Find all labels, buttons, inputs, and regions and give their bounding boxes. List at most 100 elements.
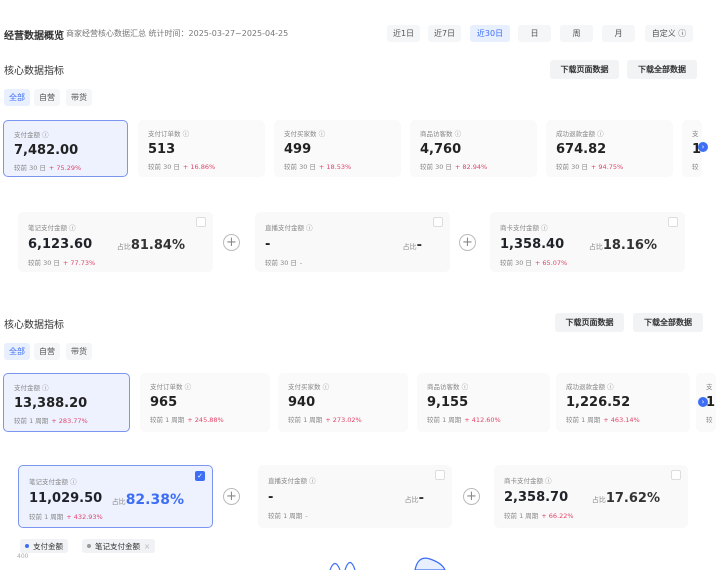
compare-label: 较前 30 日 [148, 163, 180, 171]
compare-label: 较前 30 日 [284, 163, 316, 171]
metric-card[interactable]: 支付买家数 ⓘ 499 较前 30 日 + 18.53% [274, 120, 401, 177]
channel-label: 商卡支付金额 ⓘ [504, 477, 552, 485]
ratio-label: 占比 [111, 498, 126, 506]
channel-card[interactable]: 商卡支付金额 ⓘ 2,358.70 较前 1 周期 + 66.22% 占比17.62% [494, 465, 688, 528]
chart-partial [329, 557, 446, 570]
channel-compare: 较前 30 日- [265, 257, 440, 267]
metric-card[interactable]: 支付订单数 ⓘ 965 较前 1 周期 + 245.88% [140, 373, 270, 432]
compare-label: 较 [692, 163, 699, 171]
metric-value: 4,760 [420, 142, 462, 157]
metric-value: 1,226.52 [566, 395, 631, 410]
scroll-right-icon[interactable]: › [698, 397, 708, 407]
legend-item[interactable]: 笔记支付金额 × [82, 539, 156, 553]
range-3[interactable]: 日 [518, 25, 551, 42]
metric-value: 13,388.20 [14, 396, 88, 411]
channel-label: 笔记支付金额 ⓘ [28, 224, 76, 232]
ratio-label: 占比 [402, 243, 417, 251]
compare-label: 较前 1 周期 [427, 416, 462, 424]
channel-checkbox[interactable] [196, 217, 206, 227]
channel-card[interactable]: 直播支付金额 ⓘ - 较前 30 日 - 占比- [255, 212, 450, 272]
ratio-value: 81.84% [130, 238, 185, 253]
channel-checkbox[interactable] [433, 217, 443, 227]
ratio-value: 82.38% [125, 492, 184, 508]
channel-label: 直播支付金额 ⓘ [268, 477, 316, 485]
filter-tab-1[interactable]: 自营 [34, 343, 60, 360]
metric-card[interactable]: 成功退款金额 ⓘ 1,226.52 较前 1 周期 + 463.14% [556, 373, 690, 432]
compare-percent: + 273.02% [325, 416, 362, 424]
filter-tab-0[interactable]: 全部 [4, 89, 30, 106]
ratio-label: 占比 [404, 496, 419, 504]
compare-label: 较前 1 周期 [504, 512, 539, 520]
compare-percent: - [305, 512, 308, 520]
download-all-button[interactable]: 下载全部数据 [627, 60, 697, 79]
compare-label: 较前 1 周期 [150, 416, 185, 424]
channel-checkbox[interactable] [668, 217, 678, 227]
filter-tab-0[interactable]: 全部 [4, 343, 30, 360]
channel-compare: 较前 1 周期 + 432.93% [29, 511, 202, 521]
channel-card[interactable]: 笔记支付金额 ⓘ 11,029.50 较前 1 周期 + 432.93% 占比82.38… [18, 465, 213, 528]
compare-label: 较前 30 日 [265, 259, 297, 267]
metric-card[interactable]: 支付买家数 ⓘ 940 较前 1 周期 + 273.02% [278, 373, 408, 432]
metric-card[interactable]: 支付金额 ⓘ 7,482.00 较前 30 日 + 75.29% [3, 120, 128, 177]
filter-tab-2[interactable]: 带货 [66, 89, 92, 106]
metric-card[interactable]: 支付金额 ⓘ 13,388.20 较前 1 周期 + 283.77% [3, 373, 130, 432]
compare-percent: + 283.77% [51, 417, 88, 425]
download-page-button[interactable]: 下载页面数据 [555, 313, 624, 332]
range-5[interactable]: 月 [602, 25, 635, 42]
channel-checkbox[interactable] [671, 470, 681, 480]
metric-compare: 较前 30 日 + 75.29% [14, 162, 117, 172]
range-1[interactable]: 近7日 [428, 25, 461, 42]
section-title: 核心数据指标 [4, 320, 64, 331]
metric-card[interactable]: 支付订单数 ⓘ 513 较前 30 日 + 16.86% [138, 120, 265, 177]
compare-percent: + 65.07% [534, 259, 568, 267]
compare-percent: - [299, 259, 303, 267]
scroll-right-icon[interactable]: › [698, 142, 708, 152]
metric-card[interactable]: 成功退款金额 ⓘ 674.82 较前 30 日 + 94.75% [546, 120, 673, 177]
metric-compare: 较前 30 日 + 18.53% [284, 161, 391, 171]
legend-close-icon[interactable]: × [144, 542, 150, 551]
metric-label: 支付买家数 ⓘ [288, 383, 330, 391]
page-title: 经营数据概览 [4, 31, 64, 42]
chart-y-tick: 400 [17, 553, 29, 560]
metric-compare: 较前 1 周期 + 412.60% [427, 414, 540, 424]
channel-checkbox[interactable]: ✓ [195, 471, 205, 481]
compare-label: 较前 30 日 [14, 164, 46, 172]
channel-card[interactable]: 直播支付金额 ⓘ - 较前 1 周期 - 占比- [258, 465, 452, 528]
compare-percent: + 432.93% [66, 513, 103, 521]
range-0[interactable]: 近1日 [387, 25, 420, 42]
ratio-label: 占比 [116, 243, 131, 251]
ratio-value: 17.62% [605, 491, 660, 506]
filter-tab-2[interactable]: 带货 [66, 343, 92, 360]
compare-label: 较前 30 日 [420, 163, 452, 171]
metric-compare: 较前 1 周期 + 283.77% [14, 415, 119, 425]
channel-checkbox[interactable] [435, 470, 445, 480]
compare-percent: + 66.22% [541, 512, 574, 520]
ratio-label: 占比 [588, 243, 603, 251]
metric-label: 支付买家数 ⓘ [284, 130, 326, 138]
legend-label: 笔记支付金额 [95, 541, 140, 551]
range-4[interactable]: 周 [560, 25, 593, 42]
ratio: 占比- [403, 238, 422, 253]
metric-compare: 较前 30 日 + 16.86% [148, 161, 255, 171]
section-title: 核心数据指标 [4, 66, 64, 77]
channel-compare: 较前 1 周期 - [268, 510, 442, 520]
range-2[interactable]: 近30日 [470, 25, 510, 42]
channel-card[interactable]: 商卡支付金额 ⓘ 1,358.40 较前 30 日 + 65.07% 占比18.16% [490, 212, 685, 272]
download-page-button[interactable]: 下载页面数据 [550, 60, 619, 79]
metric-card[interactable]: 商品访客数 ⓘ 4,760 较前 30 日 + 82.94% [410, 120, 537, 177]
filter-tab-1[interactable]: 自营 [34, 89, 60, 106]
channel-card[interactable]: 笔记支付金额 ⓘ 6,123.60 较前 30 日 + 77.73% 占比81.84% [18, 212, 213, 272]
plus-icon: + [459, 234, 476, 251]
channel-label: 笔记支付金额 ⓘ [29, 478, 77, 486]
metric-label: 支付金额 ⓘ [14, 131, 49, 139]
metric-value: 499 [284, 142, 312, 157]
legend-item[interactable]: 支付金额 [20, 539, 68, 553]
download-all-button[interactable]: 下载全部数据 [633, 313, 703, 332]
ratio-value: - [416, 238, 422, 253]
ratio: 占比17.62% [592, 491, 660, 506]
metric-value: 513 [148, 142, 176, 157]
metric-label: 成功退款金额 ⓘ [556, 130, 604, 138]
metric-compare: 较前 1 周期 + 463.14% [566, 414, 680, 424]
metric-card[interactable]: 商品访客数 ⓘ 9,155 较前 1 周期 + 412.60% [417, 373, 550, 432]
range-6[interactable]: 自定义 ⓘ [645, 25, 693, 42]
